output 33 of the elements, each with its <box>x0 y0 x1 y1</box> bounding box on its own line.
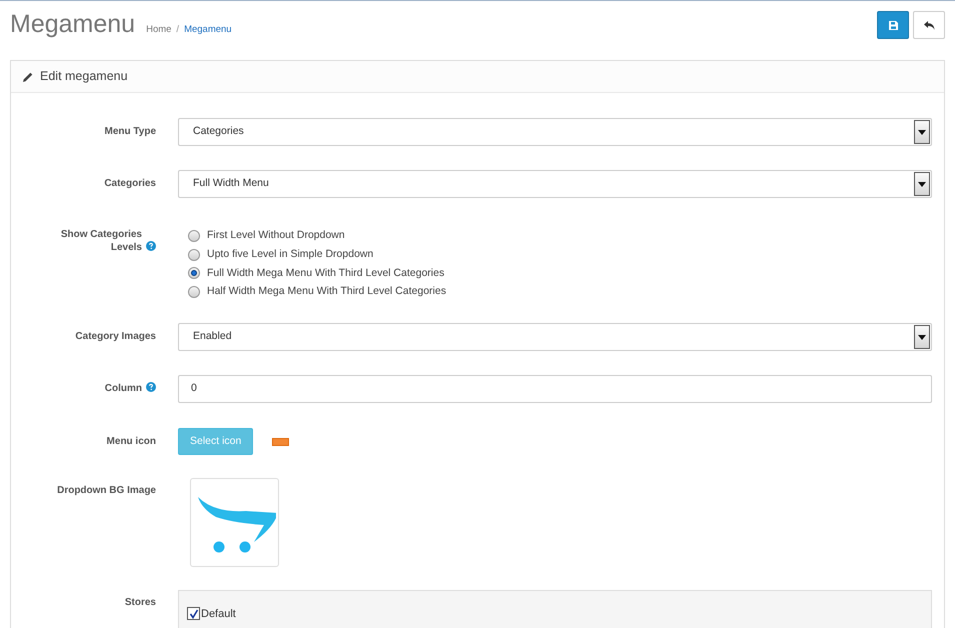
breadcrumb-link[interactable]: Home <box>146 23 172 38</box>
radio-button[interactable] <box>188 248 200 261</box>
image-thumbnail[interactable] <box>190 478 279 567</box>
field-label: Show Categories Levels <box>60 228 142 254</box>
field-label: Categories <box>104 178 156 189</box>
save-button[interactable] <box>877 11 909 39</box>
input-field[interactable]: 0 <box>178 375 932 403</box>
field-label: Menu Type <box>104 126 156 137</box>
select-field[interactable]: Categories <box>178 118 932 146</box>
select-field[interactable]: Enabled <box>178 323 932 351</box>
radio-button[interactable] <box>188 267 200 280</box>
panel-title: Edit megamenu <box>40 68 128 86</box>
breadcrumb-separator: / <box>176 23 180 38</box>
radio-label: First Level Without Dropdown <box>207 228 345 243</box>
radio-button[interactable] <box>188 230 200 242</box>
radio-label: Upto five Level in Simple Dropdown <box>207 246 374 262</box>
icon-preview <box>272 438 290 446</box>
radio-label: Full Width Mega Menu With Third Level Categories <box>207 266 444 280</box>
field-label: Category Images <box>75 331 156 342</box>
reply-arrow-icon <box>924 20 934 30</box>
checkbox-label: Default <box>201 609 236 620</box>
select-field[interactable]: Full Width Menu <box>178 170 932 198</box>
page-title: Megamenu <box>10 12 136 38</box>
radio-label: Half Width Mega Menu With Third Level Categories <box>207 284 446 300</box>
field-label: Column <box>104 383 142 394</box>
back-button[interactable] <box>913 11 945 39</box>
breadcrumb-link[interactable]: Megamenu <box>184 23 232 38</box>
pencil-icon <box>23 72 33 82</box>
field-label: Dropdown BG Image <box>57 485 156 496</box>
field-label: Stores <box>124 597 156 608</box>
checkbox[interactable] <box>187 607 200 620</box>
field-label: Menu icon <box>106 436 156 447</box>
radio-button[interactable] <box>188 286 200 298</box>
